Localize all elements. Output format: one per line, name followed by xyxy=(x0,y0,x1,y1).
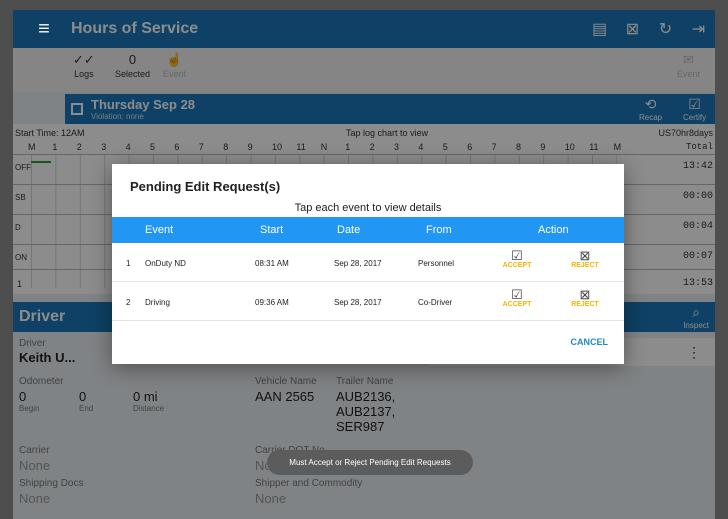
dialog-hint: Tap each event to view details xyxy=(294,202,442,214)
col-start: Start xyxy=(260,224,284,236)
reject-icon: ⊠ xyxy=(579,287,591,302)
row-number: 2 xyxy=(126,298,131,307)
row-date: Sep 28, 2017 xyxy=(334,298,382,307)
toast-message: Must Accept or Reject Pending Edit Reque… xyxy=(267,450,473,475)
cancel-button[interactable]: CANCEL xyxy=(571,337,609,347)
reject-button[interactable]: ⊠ REJECT xyxy=(565,248,605,269)
table-row[interactable]: 1 OnDuty ND 08:31 AM Sep 28, 2017 Person… xyxy=(112,244,624,282)
reject-button[interactable]: ⊠ REJECT xyxy=(565,287,605,308)
row-number: 1 xyxy=(126,259,131,268)
reject-label: REJECT xyxy=(571,262,599,269)
reject-icon: ⊠ xyxy=(579,248,591,263)
row-from: Personnel xyxy=(418,259,455,268)
reject-label: REJECT xyxy=(571,301,599,308)
accept-icon: ☑ xyxy=(511,248,523,263)
accept-label: ACCEPT xyxy=(502,301,532,308)
col-from: From xyxy=(426,224,452,236)
menu-icon[interactable]: ≡ xyxy=(24,10,64,48)
col-event: Event xyxy=(145,224,174,236)
table-row[interactable]: 2 Driving 09:36 AM Sep 28, 2017 Co-Drive… xyxy=(112,283,624,321)
col-action: Action xyxy=(538,224,569,236)
table-header: Event Start Date From Action xyxy=(112,217,624,243)
row-event: OnDuty ND xyxy=(145,259,186,268)
accept-button[interactable]: ☑ ACCEPT xyxy=(497,248,537,269)
pending-edit-dialog: Pending Edit Request(s) Tap each event t… xyxy=(112,164,624,364)
row-from: Co-Driver xyxy=(418,298,453,307)
row-start: 09:36 AM xyxy=(255,298,289,307)
row-event: Driving xyxy=(145,298,170,307)
accept-icon: ☑ xyxy=(511,287,523,302)
accept-button[interactable]: ☑ ACCEPT xyxy=(497,287,537,308)
dialog-title: Pending Edit Request(s) xyxy=(130,179,281,194)
accept-label: ACCEPT xyxy=(502,262,532,269)
row-date: Sep 28, 2017 xyxy=(334,259,382,268)
row-start: 08:31 AM xyxy=(255,259,289,268)
col-date: Date xyxy=(337,224,361,236)
